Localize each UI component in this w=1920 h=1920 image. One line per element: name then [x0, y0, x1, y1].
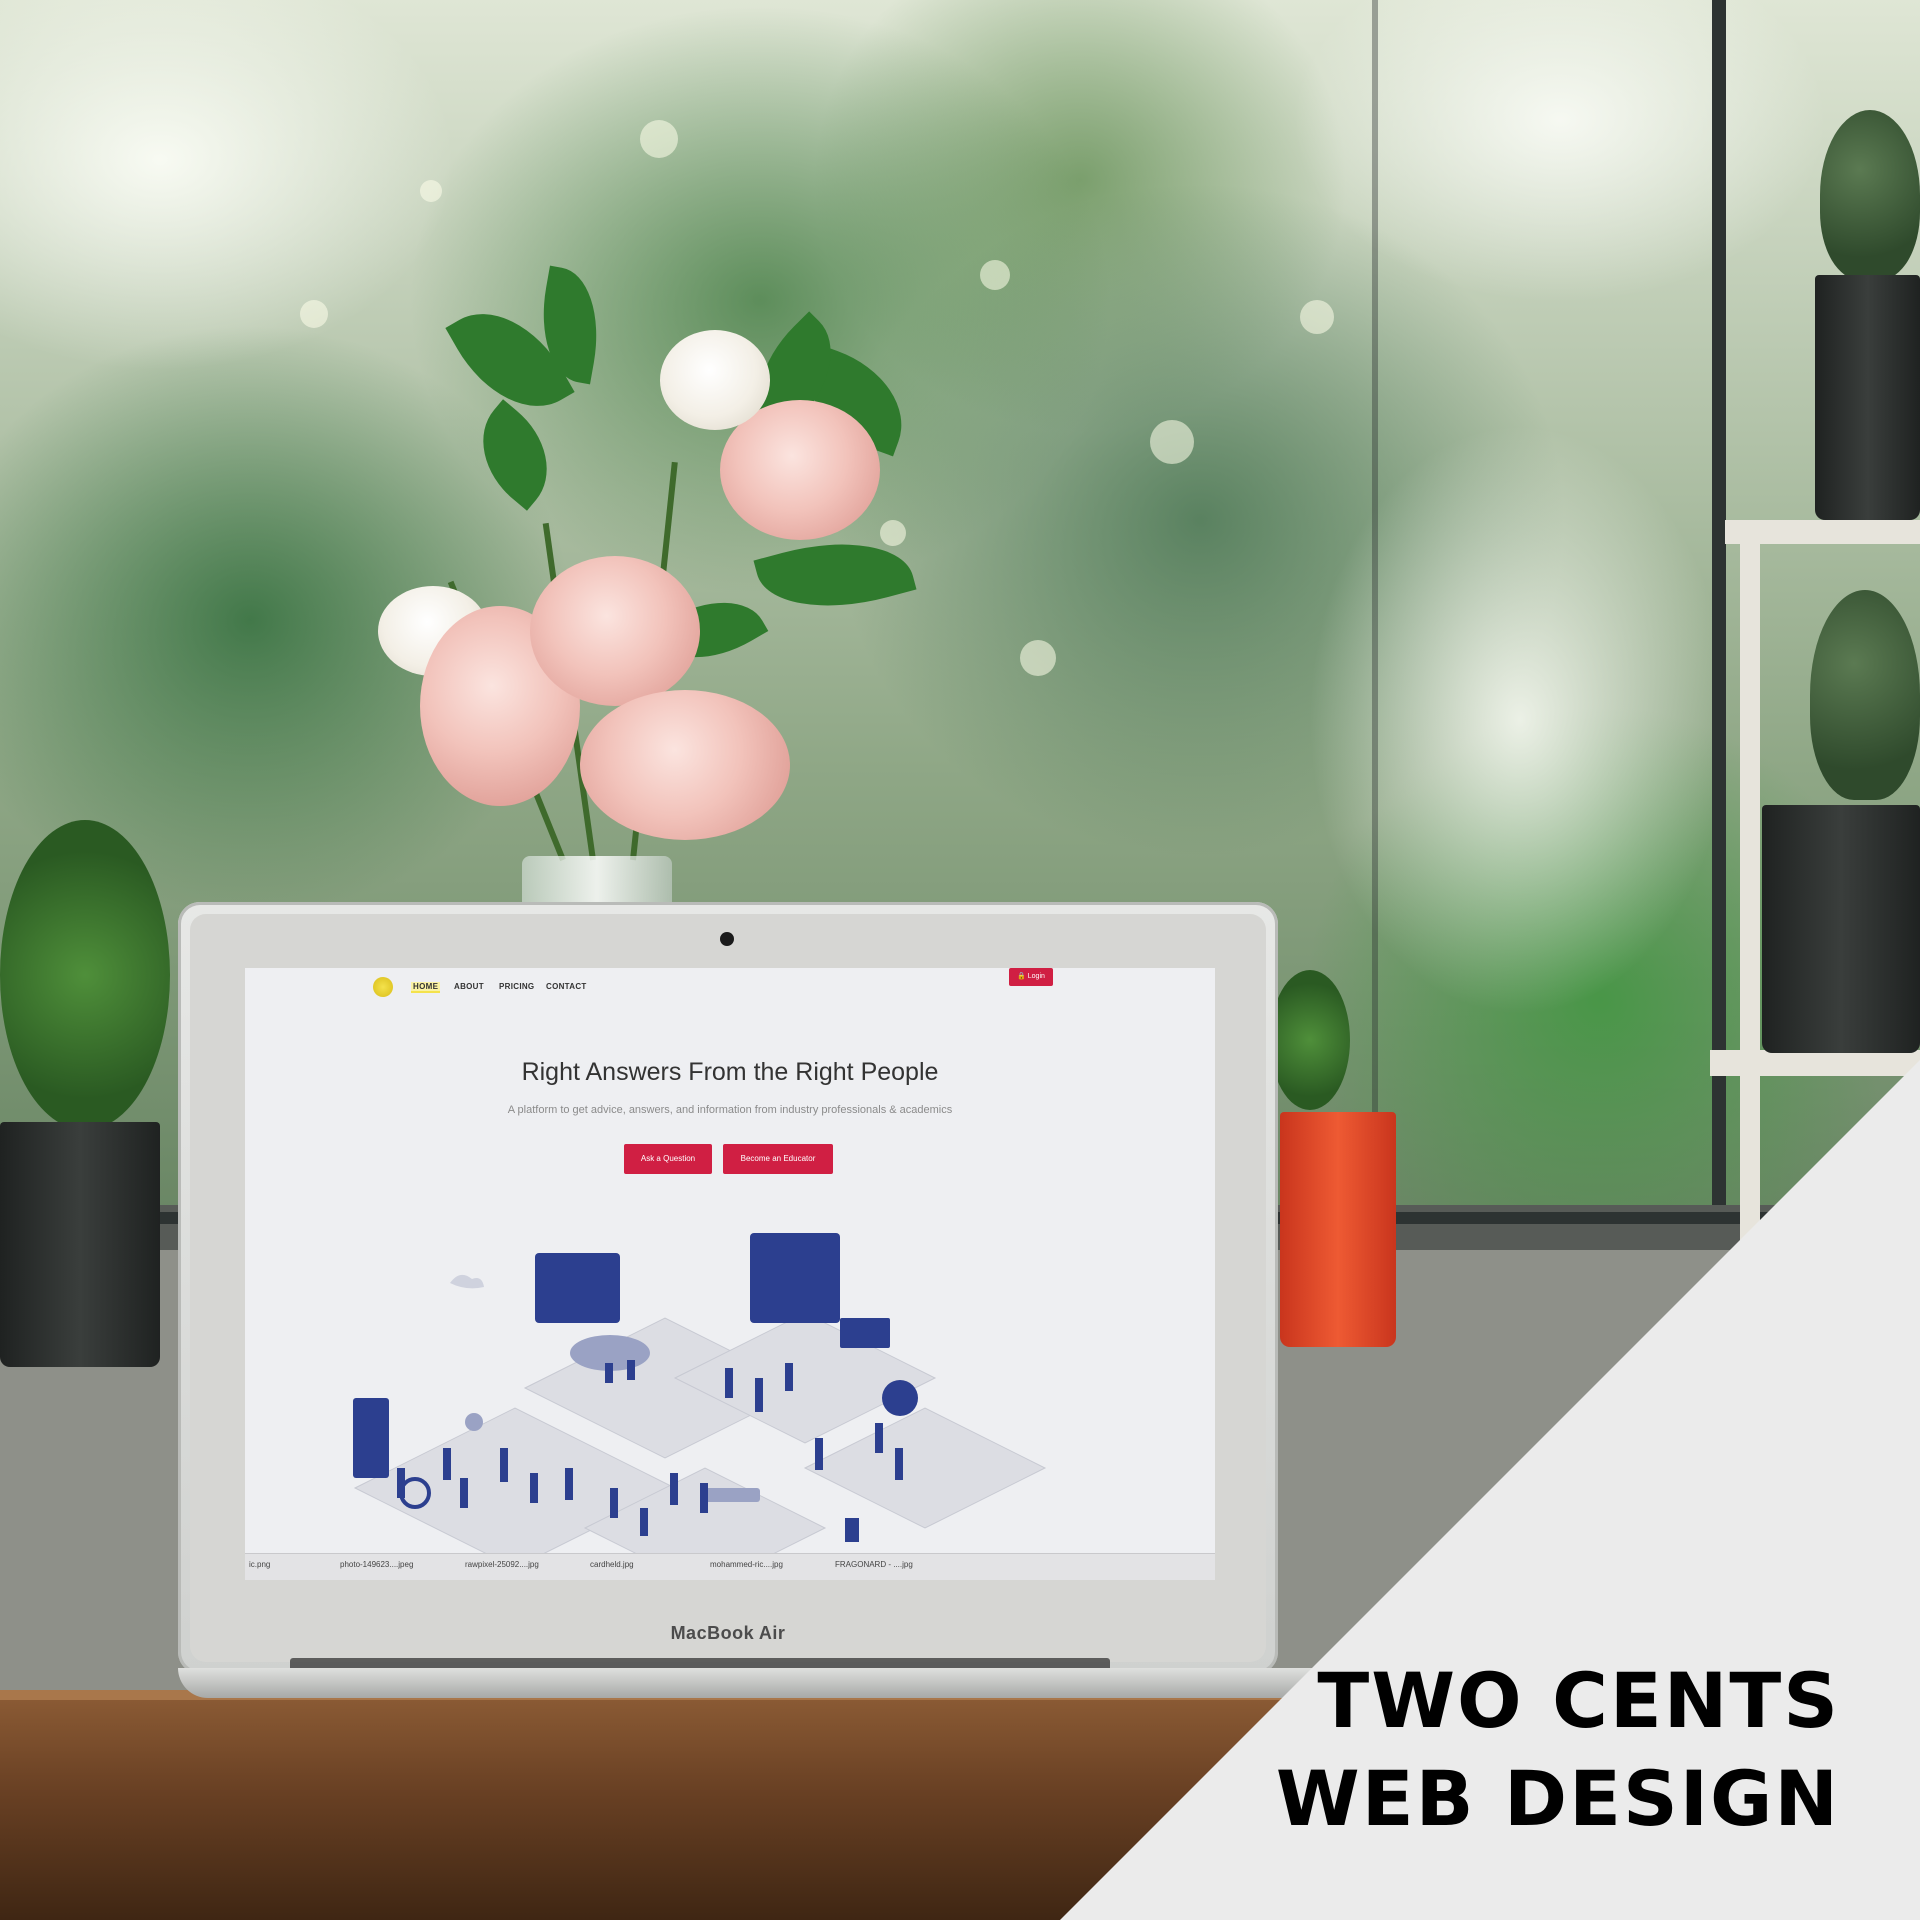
banner-line-1: TWO CENTS — [1317, 1656, 1840, 1745]
banner-line-2: WEB DESIGN — [1275, 1754, 1840, 1843]
corner-banner — [1060, 1060, 1920, 1920]
photo-scene: MacBook Air HOME ABOUT PRICING CONTACT 🔒… — [0, 0, 1920, 1920]
banner-text: TWO CENTS WEB DESIGN — [1276, 1652, 1840, 1848]
